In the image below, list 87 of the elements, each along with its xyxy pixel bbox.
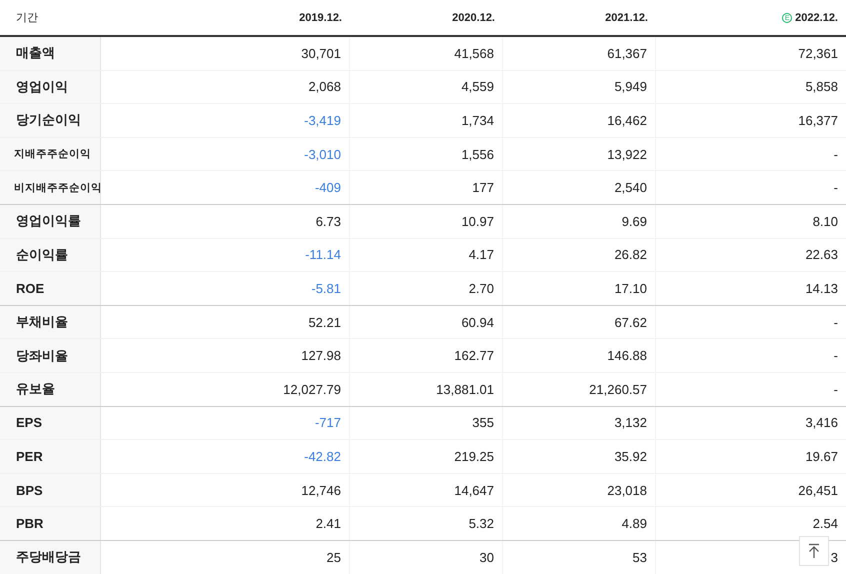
table-cell: 146.88 [607, 348, 647, 364]
table-cell: 53 [632, 550, 647, 565]
table-cell: 22.63 [805, 247, 838, 262]
table-cell: 3 [830, 550, 838, 565]
table-cell: 127.98 [301, 348, 341, 364]
table-cell: 6.73 [316, 214, 341, 229]
table-cell: 2.41 [316, 516, 341, 532]
table-cell: -42.82 [304, 448, 341, 464]
table-cell: 4.17 [468, 247, 494, 262]
table-cell: -3,010 [304, 146, 341, 162]
table-cell: 23,018 [607, 482, 647, 498]
table-cell: 17.10 [614, 280, 647, 296]
column-header: 2020.12. [451, 12, 496, 24]
row-label: 비지배주주순이익 [0, 171, 101, 204]
table-cell: 2,068 [308, 79, 341, 94]
table-cell: 26.82 [614, 247, 647, 262]
table-cell: 13,922 [607, 146, 647, 162]
table-cell: -409 [314, 180, 341, 196]
table-cell: 2.70 [468, 280, 494, 296]
row-label: 순이익률 [0, 238, 101, 272]
table-cell: 219.25 [454, 448, 494, 464]
table-cell: 30,701 [301, 46, 341, 61]
table-cell: 177 [472, 180, 494, 196]
table-cell: 2,540 [614, 180, 647, 196]
row-label: 당기순이익 [0, 104, 101, 137]
row-label: 영업이익률 [0, 204, 101, 238]
table-cell: 25 [326, 550, 341, 565]
table-cell: 1,734 [461, 112, 494, 128]
table-cell: 10.97 [461, 214, 494, 229]
column-header: 2019.12. [298, 12, 343, 24]
table-cell: 16,462 [607, 112, 647, 128]
row-label: 주당배당금 [0, 540, 101, 574]
table-cell: 67.62 [614, 314, 647, 330]
row-label: PBR [0, 507, 101, 540]
table-cell: 8.10 [812, 214, 838, 229]
table-cell: -717 [314, 415, 341, 430]
table-cell: - [834, 314, 838, 330]
table-cell: 3,416 [805, 415, 838, 430]
table-cell: 3,132 [614, 415, 647, 430]
table-cell: -5.81 [311, 280, 341, 296]
row-label: 영업이익 [0, 70, 101, 104]
row-label: 당좌비율 [0, 339, 101, 372]
table-cell: 4.89 [622, 516, 647, 532]
table-cell: - [834, 180, 838, 196]
row-label: 매출액 [0, 37, 101, 70]
table-cell: -11.14 [305, 247, 341, 262]
row-label: ROE [0, 272, 101, 305]
row-label: BPS [0, 474, 101, 506]
table-cell: 26,451 [798, 482, 838, 498]
table-cell: 2.54 [812, 516, 838, 532]
table-cell: 9.69 [622, 214, 647, 229]
table-cell: 14.13 [805, 280, 838, 296]
table-cell: 19.67 [805, 448, 838, 464]
table-cell: - [834, 146, 838, 162]
table-cell: 21,260.57 [589, 382, 647, 397]
row-label: PER [0, 440, 101, 473]
table-cell: 13,881.01 [436, 382, 494, 397]
table-cell: 5,949 [614, 79, 647, 94]
column-label: 2022.12. [795, 12, 838, 24]
column-header: 기간 [15, 11, 39, 25]
table-cell: 12,027.79 [283, 382, 341, 397]
table-cell: 35.92 [614, 448, 647, 464]
table-cell: 5,858 [805, 79, 838, 94]
table-cell: 60.94 [461, 314, 494, 330]
table-cell: -3,419 [304, 112, 341, 128]
table-cell: 162.77 [454, 348, 494, 364]
table-cell: 61,367 [607, 46, 647, 61]
table-cell: 14,647 [454, 482, 494, 498]
table-cell: 72,361 [798, 46, 838, 61]
table-cell: 30 [480, 550, 494, 565]
column-header: 2021.12. [604, 12, 649, 24]
table-cell: 16,377 [798, 112, 838, 128]
table-cell: 5.32 [468, 516, 494, 532]
table-cell: 52.21 [308, 314, 341, 330]
table-cell: 1,556 [461, 146, 494, 162]
table-cell: 355 [472, 415, 494, 430]
table-cell: - [834, 382, 838, 397]
row-label: 유보율 [0, 372, 101, 406]
table-cell: - [834, 348, 838, 364]
table-cell: 41,568 [454, 46, 494, 61]
row-label: 부채비율 [0, 306, 101, 338]
scroll-to-top-button[interactable] [799, 536, 829, 566]
row-label: 지배주주순이익 [0, 138, 101, 170]
row-label: EPS [0, 406, 101, 440]
table-cell: 4,559 [461, 79, 494, 94]
arrow-up-icon [808, 543, 820, 559]
table-cell: 12,746 [301, 482, 341, 498]
